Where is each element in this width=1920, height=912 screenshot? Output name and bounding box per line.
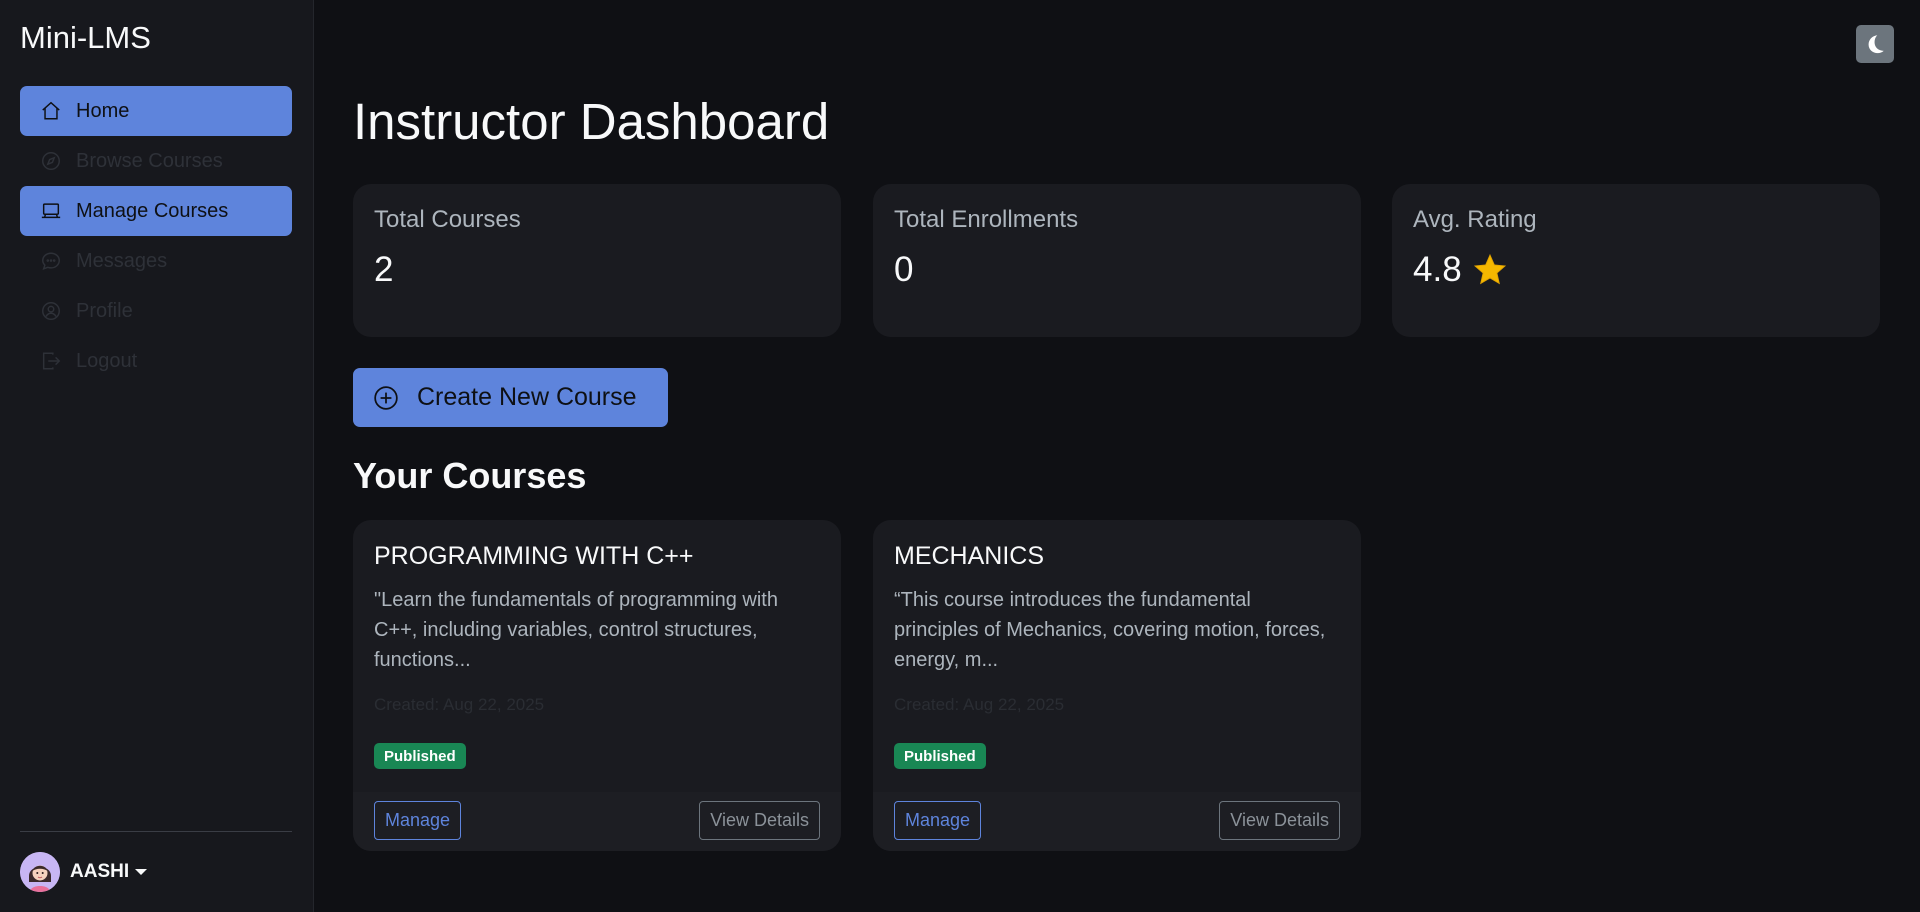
sidebar-item-label: Profile <box>76 299 133 322</box>
avatar <box>20 852 60 892</box>
stat-value: 2 <box>374 250 820 290</box>
stat-value-text: 0 <box>894 250 914 289</box>
logout-icon <box>40 350 62 372</box>
course-description: “This course introduces the fundamental … <box>894 589 1326 671</box>
course-card: PROGRAMMING WITH C++ "Learn the fundamen… <box>353 520 841 851</box>
sidebar-divider <box>20 831 292 832</box>
chat-icon <box>40 250 62 272</box>
course-description: "Learn the fundamentals of programming w… <box>374 589 778 671</box>
sidebar-item-manage-courses[interactable]: Manage Courses <box>20 186 292 236</box>
plus-circle-icon <box>374 385 398 410</box>
sidebar-item-browse-courses[interactable]: Browse Courses <box>20 136 292 186</box>
manage-button[interactable]: Manage <box>374 801 462 840</box>
sidebar-item-label: Logout <box>76 349 138 372</box>
sidebar-item-messages[interactable]: Messages <box>20 236 292 286</box>
chevron-down-icon <box>135 869 148 875</box>
create-button-label: Create New Course <box>417 383 637 411</box>
laptop-icon <box>40 200 62 222</box>
section-title: Your Courses <box>353 455 587 496</box>
course-title: MECHANICS <box>894 542 1045 570</box>
sidebar-item-label: Home <box>76 99 130 122</box>
stat-label: Total Courses <box>374 206 521 233</box>
sidebar-item-logout[interactable]: Logout <box>20 336 292 386</box>
moon-icon <box>1868 35 1884 54</box>
course-card: MECHANICS “This course introduces the fu… <box>873 520 1361 851</box>
star-icon <box>1473 253 1506 285</box>
course-card-footer: Manage View Details <box>353 792 841 851</box>
stat-value: 0 <box>894 250 1340 290</box>
stat-card-avg-rating: Avg. Rating 4.8 <box>1392 184 1880 337</box>
manage-button[interactable]: Manage <box>894 801 982 840</box>
course-created-date: Created: Aug 22, 2025 <box>894 695 1065 714</box>
user-name: AASHI <box>70 861 130 882</box>
user-circle-icon <box>40 300 62 322</box>
course-title: PROGRAMMING WITH C++ <box>374 542 694 570</box>
create-new-course-button[interactable]: Create New Course <box>353 368 668 427</box>
stat-value-text: 2 <box>374 250 394 289</box>
status-badge: Published <box>374 743 466 769</box>
stat-card-total-enrollments: Total Enrollments 0 <box>873 184 1361 337</box>
sidebar-nav: Home Browse Courses Manage Courses Messa… <box>20 86 292 386</box>
sidebar-item-label: Manage Courses <box>76 199 229 222</box>
stat-label: Avg. Rating <box>1413 206 1537 233</box>
stat-card-total-courses: Total Courses 2 <box>353 184 841 337</box>
home-icon <box>40 100 62 122</box>
brand-logo[interactable]: Mini-LMS <box>20 20 151 56</box>
sidebar-item-label: Browse Courses <box>76 149 223 172</box>
stat-label: Total Enrollments <box>894 206 1079 233</box>
theme-toggle-button[interactable] <box>1856 25 1894 63</box>
stat-value: 4.8 <box>1413 250 1859 290</box>
course-card-footer: Manage View Details <box>873 792 1361 851</box>
sidebar-item-home[interactable]: Home <box>20 86 292 136</box>
course-created-date: Created: Aug 22, 2025 <box>374 695 545 714</box>
sidebar-item-label: Messages <box>76 249 168 272</box>
user-menu[interactable]: AASHI <box>20 852 148 892</box>
view-details-button[interactable]: View Details <box>699 801 820 840</box>
compass-icon <box>40 150 62 172</box>
sidebar-item-profile[interactable]: Profile <box>20 286 292 336</box>
sidebar: Mini-LMS Home Browse Courses Manage Cour… <box>0 0 314 912</box>
page-title: Instructor Dashboard <box>353 93 830 150</box>
stat-value-text: 4.8 <box>1413 250 1462 289</box>
status-badge: Published <box>894 743 986 769</box>
view-details-button[interactable]: View Details <box>1219 801 1340 840</box>
